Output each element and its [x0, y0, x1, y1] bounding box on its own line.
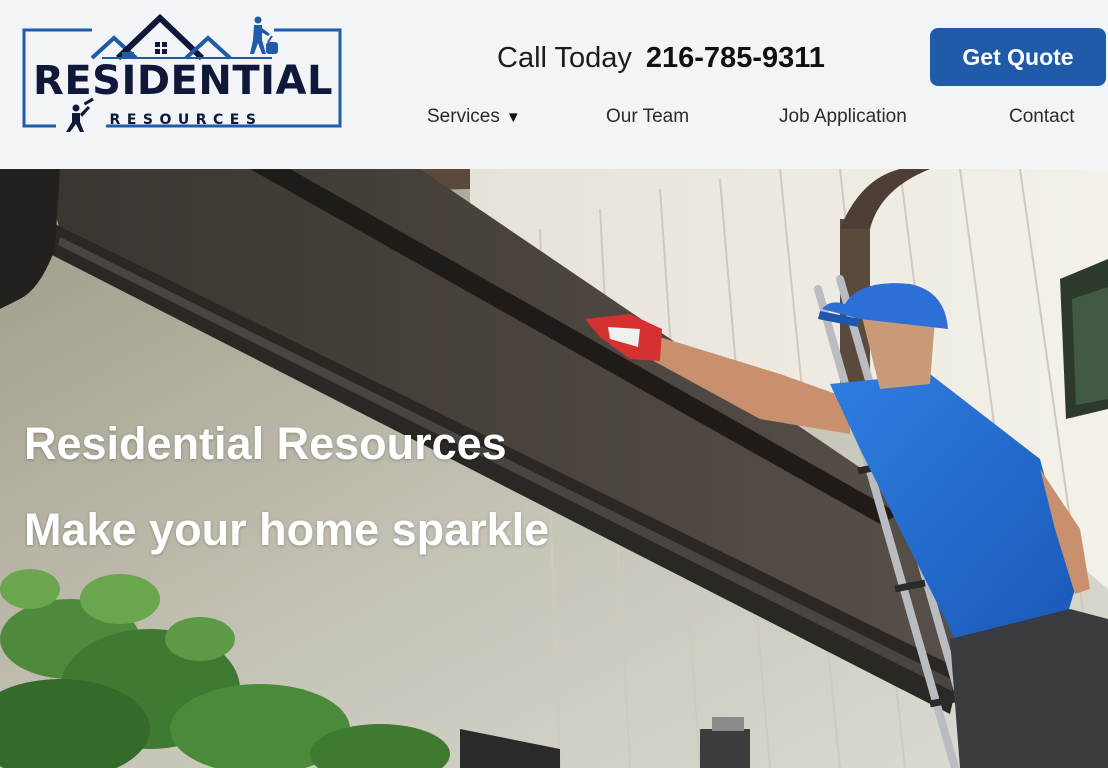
- nav-item-label: Job Application: [779, 106, 907, 127]
- phone-number-link[interactable]: 216-785-9311: [646, 42, 825, 74]
- nav-item-job-application[interactable]: Job Application: [779, 104, 907, 130]
- hero-subtitle: Make your home sparkle: [24, 504, 550, 555]
- logo-subtitle-text: RESOURCES: [109, 112, 263, 128]
- house-roof-icon: [90, 14, 272, 61]
- nav-item-our-team[interactable]: Our Team: [606, 104, 689, 130]
- nav-item-label: Contact: [1009, 106, 1075, 127]
- nav-item-label: Our Team: [606, 106, 690, 127]
- hero-banner: Residential Resources Make your home spa…: [0, 169, 1108, 768]
- vacuum-cleaner-icon: [250, 16, 278, 54]
- nav-item-services[interactable]: Services ▼: [427, 104, 521, 130]
- get-quote-button[interactable]: Get Quote: [930, 28, 1106, 86]
- nav-item-label: Services: [427, 106, 500, 127]
- brand-logo[interactable]: RESIDENTIAL RESOURCES: [22, 14, 344, 134]
- site-header: RESIDENTIAL RESOURCES Call Today 216-785-…: [0, 0, 1108, 169]
- nav-item-contact[interactable]: Contact: [1009, 104, 1074, 130]
- call-label: Call Today: [497, 42, 632, 74]
- caret-down-icon: ▼: [505, 109, 521, 126]
- hero-title: Residential Resources: [24, 418, 507, 469]
- logo-title-text: RESIDENTIAL: [33, 58, 333, 104]
- call-today: Call Today 216-785-9311: [497, 38, 825, 78]
